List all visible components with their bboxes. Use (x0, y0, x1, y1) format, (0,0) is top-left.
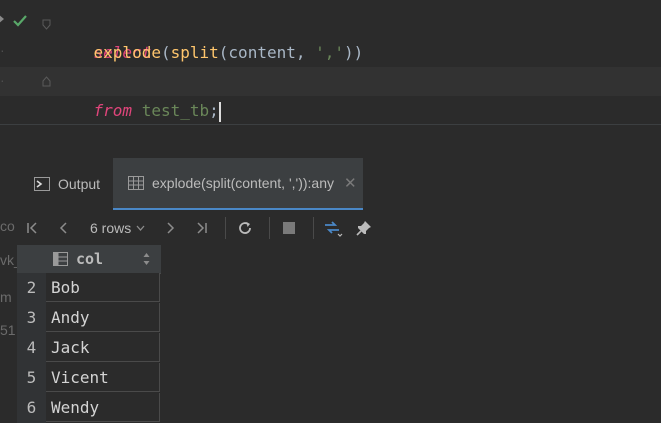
results-tabbar: Output explode(split(content, ',')):any … (0, 158, 661, 210)
refresh-icon (239, 222, 252, 234)
table-grid-icon (128, 176, 144, 190)
stop-button[interactable] (276, 215, 302, 241)
tab-output-label: Output (58, 176, 101, 192)
first-page-button[interactable] (20, 215, 46, 241)
check-icon (13, 15, 27, 27)
results-toolbar: 6 rows (20, 212, 420, 244)
table-row[interactable]: 5 Vicent (17, 363, 161, 393)
previous-page-button[interactable] (51, 215, 77, 241)
next-page-button[interactable] (157, 215, 183, 241)
row-number: 6 (17, 393, 46, 423)
side-fragment: m (0, 289, 12, 305)
code-line-1[interactable]: select (55, 9, 152, 62)
function-split: split (170, 43, 219, 62)
side-fragment: 51 (0, 322, 16, 338)
compare-arrows-icon (325, 221, 343, 237)
keyword-from: from (93, 101, 133, 120)
table-name: test_tb (141, 101, 210, 120)
paren: ( (218, 43, 229, 62)
column-header-label: col (76, 250, 104, 268)
string-literal: ',' (315, 43, 345, 62)
chevron-left-icon (59, 222, 67, 234)
last-page-button[interactable] (188, 215, 214, 241)
semicolon: ; (209, 101, 219, 120)
text-caret (218, 101, 221, 122)
sort-icon[interactable] (143, 252, 150, 266)
row-number: 5 (17, 363, 46, 393)
grid-header-col[interactable]: col (17, 245, 161, 274)
table-cell[interactable]: Jack (46, 333, 160, 362)
rows-count-selector[interactable]: 6 rows (90, 220, 145, 236)
last-page-icon (197, 222, 207, 234)
tab-query-result[interactable]: explode(split(content, ',')):any ✕ (113, 158, 363, 210)
table-cell[interactable]: Andy (46, 303, 160, 332)
row-number: 3 (17, 303, 46, 333)
tab-query-result-label: explode(split(content, ',')):any (152, 175, 334, 191)
toolbar-divider (269, 217, 271, 239)
side-fragment: co (0, 218, 15, 234)
gutter-dot: · (0, 42, 5, 58)
comma: , (295, 43, 316, 62)
toolbar-divider (225, 217, 227, 239)
rows-count-label: 6 rows (90, 220, 132, 236)
code-line-3[interactable]: from test_tb; (55, 67, 221, 122)
gutter-dot: · (0, 72, 5, 88)
refresh-button[interactable] (232, 215, 258, 241)
row-number: 4 (17, 333, 46, 363)
paren: )) (344, 43, 364, 62)
chevron-down-icon (136, 225, 145, 231)
table-row[interactable]: 2 Bob (17, 273, 161, 303)
column-ref: content (228, 43, 296, 62)
stop-icon (283, 222, 296, 234)
fold-end-icon[interactable] (42, 76, 51, 87)
column-icon (53, 252, 68, 266)
first-page-icon (27, 222, 37, 234)
compare-button[interactable] (320, 215, 346, 241)
tab-output[interactable]: Output (34, 158, 100, 210)
row-number: 2 (17, 273, 46, 303)
sql-editor[interactable]: · · select explode(split(content, ',')) … (0, 0, 661, 124)
table-row[interactable]: 6 Wendy (17, 393, 161, 423)
function-explode: explode (93, 43, 161, 62)
table-cell[interactable]: Wendy (46, 393, 160, 422)
chevron-right-icon (167, 222, 175, 234)
run-gutter-icon[interactable] (0, 14, 4, 24)
fold-start-icon[interactable] (42, 19, 51, 30)
paren: ( (160, 43, 171, 62)
pin-tab-button[interactable] (351, 215, 377, 241)
table-row[interactable]: 4 Jack (17, 333, 161, 363)
pin-icon (356, 221, 372, 236)
table-row[interactable]: 3 Andy (17, 303, 161, 333)
toolbar-divider (313, 217, 315, 239)
code-line-2[interactable]: explode(split(content, ',')) (55, 38, 364, 67)
close-tab-icon[interactable]: ✕ (344, 174, 357, 192)
table-cell[interactable]: Bob (46, 273, 160, 302)
console-output-icon (34, 177, 50, 191)
table-cell[interactable]: Vicent (46, 363, 160, 392)
